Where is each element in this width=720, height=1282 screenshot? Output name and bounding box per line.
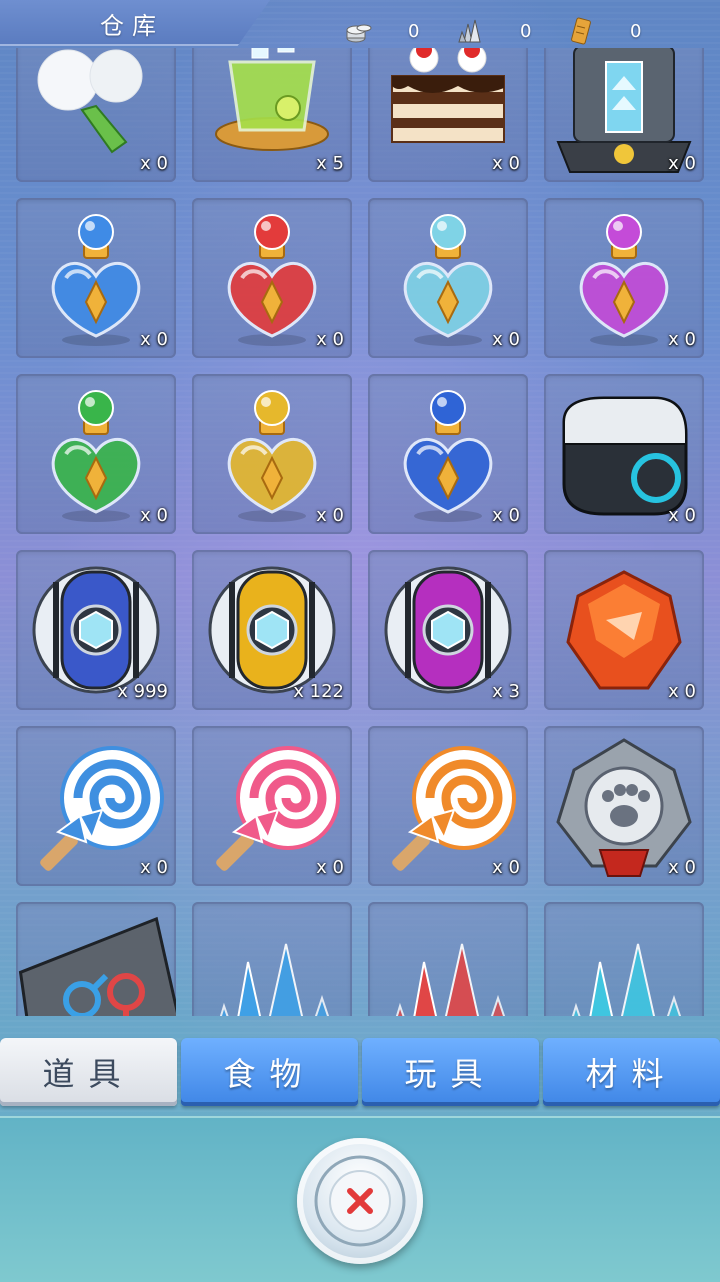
red-crystal-icon xyxy=(395,943,506,1016)
inventory-slot[interactable] xyxy=(16,902,176,1016)
gender-ticket-icon xyxy=(18,916,176,1016)
inventory-slot[interactable]: x 999 xyxy=(16,550,176,710)
currency-tickets: 0 xyxy=(566,14,641,48)
item-quantity: x 0 xyxy=(668,153,696,174)
category-tabs: 道具 食物 玩具 材料 xyxy=(0,1038,720,1110)
item-quantity: x 0 xyxy=(668,681,696,702)
blue-crystal-icon xyxy=(219,943,330,1016)
inventory-slot[interactable]: x 0 xyxy=(544,550,704,710)
top-bar: 仓库 0 0 0 xyxy=(0,0,720,48)
coin-count: 0 xyxy=(408,20,420,42)
item-quantity: x 0 xyxy=(140,505,168,526)
item-quantity: x 0 xyxy=(492,505,520,526)
inventory-slot[interactable]: x 0 xyxy=(368,198,528,358)
item-quantity: x 0 xyxy=(492,153,520,174)
item-quantity: x 0 xyxy=(492,329,520,350)
tab-toys[interactable]: 玩具 xyxy=(362,1038,539,1106)
currency-coins: 0 xyxy=(344,14,419,48)
page-title: 仓库 xyxy=(100,12,164,40)
inventory-slot[interactable]: x 0 xyxy=(368,726,528,886)
inventory-slot[interactable]: x 0 xyxy=(544,48,704,182)
ticket-count: 0 xyxy=(630,20,642,42)
item-quantity: x 5 xyxy=(316,153,344,174)
item-quantity: x 0 xyxy=(668,329,696,350)
inventory-slot[interactable]: x 122 xyxy=(192,550,352,710)
item-quantity: x 3 xyxy=(492,681,520,702)
inventory-slot[interactable]: x 0 xyxy=(368,48,528,182)
currency-crystals: 0 xyxy=(456,14,531,48)
tab-props[interactable]: 道具 xyxy=(0,1038,177,1106)
inventory-slot[interactable]: x 0 xyxy=(544,198,704,358)
close-button[interactable] xyxy=(297,1138,423,1264)
item-quantity: x 0 xyxy=(140,153,168,174)
crystal-cluster-icon xyxy=(458,19,481,43)
crystal-count: 0 xyxy=(520,20,532,42)
item-quantity: x 0 xyxy=(668,505,696,526)
item-quantity: x 0 xyxy=(140,329,168,350)
inventory-slot[interactable]: x 0 xyxy=(192,198,352,358)
ticket-icon xyxy=(571,17,591,45)
item-quantity: x 0 xyxy=(492,857,520,878)
item-quantity: x 999 xyxy=(117,681,168,702)
inventory-slot[interactable] xyxy=(544,902,704,1016)
inventory-slot[interactable]: x 3 xyxy=(368,550,528,710)
cyan-crystal-icon xyxy=(571,943,682,1016)
inventory-slot[interactable]: x 0 xyxy=(192,726,352,886)
inventory-slot[interactable]: x 0 xyxy=(16,374,176,534)
item-quantity: x 0 xyxy=(140,857,168,878)
inventory-grid: x 0 x 5 x 0 x 0 x 0 x 0 x 0 x 0 x 0 x 0 … xyxy=(16,48,704,1016)
inventory-slot[interactable]: x 0 xyxy=(16,726,176,886)
inventory-slot[interactable]: x 0 xyxy=(544,726,704,886)
item-quantity: x 0 xyxy=(668,857,696,878)
inventory-viewport[interactable]: x 0 x 5 x 0 x 0 x 0 x 0 x 0 x 0 x 0 x 0 … xyxy=(0,48,720,1016)
inventory-slot[interactable]: x 0 xyxy=(16,48,176,182)
item-quantity: x 122 xyxy=(293,681,344,702)
item-quantity: x 0 xyxy=(316,857,344,878)
inventory-slot[interactable]: x 0 xyxy=(544,374,704,534)
inventory-slot[interactable]: x 0 xyxy=(368,374,528,534)
inventory-slot[interactable]: x 0 xyxy=(16,198,176,358)
coin-stack-icon xyxy=(346,24,372,43)
inventory-slot[interactable] xyxy=(192,902,352,1016)
inventory-slot[interactable]: x 0 xyxy=(192,374,352,534)
close-x-icon xyxy=(314,1155,406,1247)
tab-food[interactable]: 食物 xyxy=(181,1038,358,1106)
item-quantity: x 0 xyxy=(316,505,344,526)
inventory-slot[interactable] xyxy=(368,902,528,1016)
item-quantity: x 0 xyxy=(316,329,344,350)
inventory-slot[interactable]: x 5 xyxy=(192,48,352,182)
tab-materials[interactable]: 材料 xyxy=(543,1038,720,1106)
